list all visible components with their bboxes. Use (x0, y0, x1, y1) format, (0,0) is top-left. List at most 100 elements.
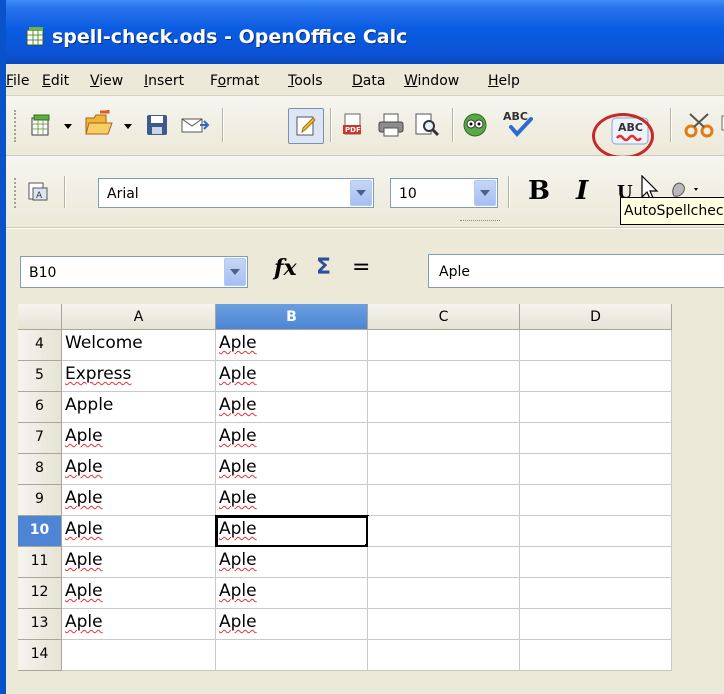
cell-d12[interactable] (520, 578, 672, 609)
row-header-11[interactable]: 11 (18, 547, 62, 578)
font-name-dropdown-icon[interactable] (350, 180, 372, 206)
row-header-7[interactable]: 7 (18, 423, 62, 454)
sum-icon[interactable]: Σ (316, 254, 331, 282)
font-size-dropdown-icon[interactable] (474, 180, 496, 206)
menu-insert[interactable]: Insert (144, 72, 184, 90)
function-icon[interactable]: = (352, 254, 370, 282)
cell-d4[interactable] (520, 330, 672, 361)
row-header-10[interactable]: 10 (18, 516, 62, 547)
cell-b4[interactable]: Aple (216, 330, 368, 361)
cell-d14[interactable] (520, 640, 672, 671)
name-box[interactable]: B10 (20, 256, 248, 288)
cell-a7[interactable]: Aple (62, 423, 216, 454)
cell-value: Aple (65, 457, 103, 477)
new-dropdown-arrow-icon[interactable] (64, 124, 72, 129)
page-preview-icon[interactable] (412, 110, 442, 140)
cell-d5[interactable] (520, 361, 672, 392)
cell-b8[interactable]: Aple (216, 454, 368, 485)
cell-a4[interactable]: Welcome (62, 330, 216, 361)
select-all-corner[interactable] (18, 304, 62, 330)
cell-a11[interactable]: Aple (62, 547, 216, 578)
column-header-d[interactable]: D (520, 304, 672, 330)
row-header-14[interactable]: 14 (18, 640, 62, 671)
row-header-4[interactable]: 4 (18, 330, 62, 361)
navigator-icon[interactable] (460, 110, 490, 140)
italic-button[interactable]: I (576, 176, 588, 206)
cut-scissors-icon[interactable] (682, 110, 716, 140)
cell-c4[interactable] (368, 330, 520, 361)
function-wizard-icon[interactable]: fx (274, 254, 297, 282)
column-header-b[interactable]: B (216, 304, 368, 330)
cell-d10[interactable] (520, 516, 672, 547)
cell-value: Aple (219, 488, 257, 508)
menu-help[interactable]: Help (488, 72, 520, 90)
cell-d11[interactable] (520, 547, 672, 578)
cell-d13[interactable] (520, 609, 672, 640)
cell-c14[interactable] (368, 640, 520, 671)
new-document-icon[interactable] (26, 110, 56, 140)
cell-a12[interactable]: Aple (62, 578, 216, 609)
menu-edit[interactable]: Edit (42, 72, 69, 90)
font-name-combo[interactable]: Arial (98, 178, 374, 208)
cell-d9[interactable] (520, 485, 672, 516)
row-header-6[interactable]: 6 (18, 392, 62, 423)
cell-d6[interactable] (520, 392, 672, 423)
row-header-12[interactable]: 12 (18, 578, 62, 609)
spellcheck-icon[interactable]: ABC (500, 106, 540, 140)
cell-c6[interactable] (368, 392, 520, 423)
menu-format[interactable]: Format (210, 72, 259, 90)
cell-b13[interactable]: Aple (216, 609, 368, 640)
column-header-a[interactable]: A (62, 304, 216, 330)
menu-view[interactable]: View (90, 72, 123, 90)
cell-c5[interactable] (368, 361, 520, 392)
column-header-c[interactable]: C (368, 304, 520, 330)
cell-b11[interactable]: Aple (216, 547, 368, 578)
cell-c9[interactable] (368, 485, 520, 516)
cell-a10[interactable]: Aple (62, 516, 216, 547)
toolbar-grip[interactable] (14, 178, 17, 208)
edit-file-button[interactable] (288, 108, 324, 144)
print-icon[interactable] (376, 110, 406, 140)
menu-tools[interactable]: Tools (288, 72, 323, 90)
cell-c13[interactable] (368, 609, 520, 640)
name-box-dropdown-icon[interactable] (224, 258, 246, 286)
menu-window[interactable]: Window (404, 72, 459, 90)
cell-b14[interactable] (216, 640, 368, 671)
cell-a6[interactable]: Apple (62, 392, 216, 423)
cell-b6[interactable]: Aple (216, 392, 368, 423)
open-dropdown-arrow-icon[interactable] (124, 124, 132, 129)
cell-b12[interactable]: Aple (216, 578, 368, 609)
menu-file[interactable]: File (6, 72, 29, 90)
cell-d8[interactable] (520, 454, 672, 485)
save-icon[interactable] (142, 110, 172, 140)
cell-c7[interactable] (368, 423, 520, 454)
cell-a8[interactable]: Aple (62, 454, 216, 485)
font-size-combo[interactable]: 10 (390, 178, 498, 208)
export-pdf-icon[interactable]: PDF (338, 110, 368, 140)
formula-input[interactable]: Aple (428, 254, 724, 288)
cell-c10[interactable] (368, 516, 520, 547)
email-document-icon[interactable] (178, 110, 212, 140)
cell-b9[interactable]: Aple (216, 485, 368, 516)
cell-a14[interactable] (62, 640, 216, 671)
row-header-13[interactable]: 13 (18, 609, 62, 640)
copy-icon[interactable] (720, 112, 724, 136)
cell-a13[interactable]: Aple (62, 609, 216, 640)
cell-a9[interactable]: Aple (62, 485, 216, 516)
cell-d7[interactable] (520, 423, 672, 454)
cell-a5[interactable]: Express (62, 361, 216, 392)
bold-button[interactable]: B (528, 176, 550, 206)
styles-formatting-icon[interactable]: A (24, 178, 54, 206)
cell-c11[interactable] (368, 547, 520, 578)
menu-data[interactable]: Data (352, 72, 385, 90)
cell-b7[interactable]: Aple (216, 423, 368, 454)
open-folder-icon[interactable] (82, 108, 116, 140)
highlight-circle (592, 113, 654, 159)
row-header-9[interactable]: 9 (18, 485, 62, 516)
cell-c8[interactable] (368, 454, 520, 485)
cell-c12[interactable] (368, 578, 520, 609)
toolbar-grip[interactable] (14, 110, 17, 142)
row-header-8[interactable]: 8 (18, 454, 62, 485)
cell-b5[interactable]: Aple (216, 361, 368, 392)
row-header-5[interactable]: 5 (18, 361, 62, 392)
